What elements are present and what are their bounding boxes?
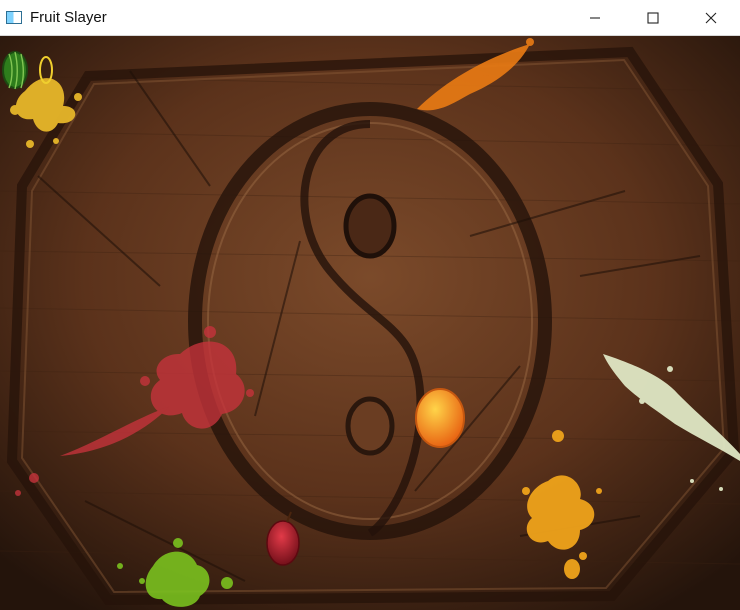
- close-icon: [705, 12, 717, 24]
- close-button[interactable]: [682, 0, 740, 36]
- minimize-button[interactable]: [566, 0, 624, 36]
- maximize-icon: [647, 12, 659, 24]
- title-bar[interactable]: Fruit Slayer: [0, 0, 740, 36]
- window-title: Fruit Slayer: [30, 9, 107, 26]
- game-window: Fruit Slayer: [0, 0, 740, 610]
- app-window-icon: [6, 11, 22, 24]
- game-board[interactable]: [0, 36, 740, 610]
- watermelon-icon[interactable]: [2, 51, 28, 90]
- orange-fruit[interactable]: [415, 388, 465, 448]
- minimize-icon: [590, 17, 600, 19]
- red-fruit[interactable]: [266, 520, 300, 566]
- window-controls: [566, 0, 740, 36]
- game-canvas[interactable]: [0, 36, 740, 610]
- maximize-button[interactable]: [624, 0, 682, 36]
